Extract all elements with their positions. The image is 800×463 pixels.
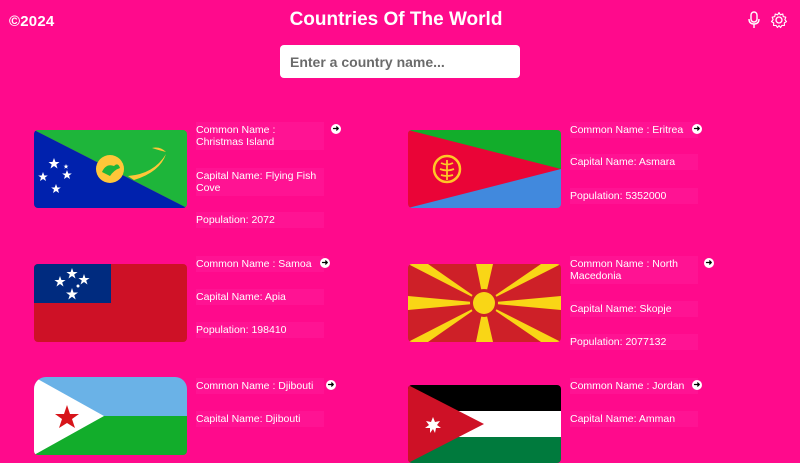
arrow-right-icon[interactable]: ➜ bbox=[692, 380, 702, 390]
capital-name: Capital Name: Asmara bbox=[570, 154, 698, 170]
page-title: Countries Of The World bbox=[289, 9, 503, 30]
common-name: Common Name : Djibouti bbox=[196, 378, 324, 394]
north-macedonia-flag bbox=[408, 264, 561, 342]
gear-icon[interactable] bbox=[770, 11, 788, 29]
common-name: Common Name : Samoa bbox=[196, 256, 324, 272]
common-name: Common Name : Christmas Island bbox=[196, 122, 324, 150]
population: Population: 198410 bbox=[196, 322, 324, 338]
capital-name: Capital Name: Djibouti bbox=[196, 411, 324, 427]
common-name: Common Name : Eritrea bbox=[570, 122, 698, 138]
population: Population: 2072 bbox=[196, 212, 324, 228]
common-name: Common Name : Jordan bbox=[570, 378, 698, 394]
arrow-right-icon[interactable]: ➜ bbox=[704, 258, 714, 268]
arrow-right-icon[interactable]: ➜ bbox=[326, 380, 336, 390]
eritrea-flag bbox=[408, 130, 561, 208]
samoa-flag bbox=[34, 264, 187, 342]
djibouti-flag bbox=[34, 377, 187, 455]
arrow-right-icon[interactable]: ➜ bbox=[320, 258, 330, 268]
arrow-right-icon[interactable]: ➜ bbox=[692, 124, 702, 134]
common-name: Common Name : North Macedonia bbox=[570, 256, 698, 284]
microphone-icon[interactable] bbox=[747, 11, 761, 29]
capital-name: Capital Name: Flying Fish Cove bbox=[196, 168, 324, 196]
arrow-right-icon[interactable]: ➜ bbox=[331, 124, 341, 134]
capital-name: Capital Name: Amman bbox=[570, 411, 698, 427]
capital-name: Capital Name: Skopje bbox=[570, 301, 698, 317]
search-input[interactable] bbox=[280, 45, 520, 78]
population: Population: 5352000 bbox=[570, 188, 698, 204]
christmas-island-flag bbox=[34, 130, 187, 208]
population: Population: 2077132 bbox=[570, 334, 698, 350]
capital-name: Capital Name: Apia bbox=[196, 289, 324, 305]
jordan-flag bbox=[408, 385, 561, 463]
